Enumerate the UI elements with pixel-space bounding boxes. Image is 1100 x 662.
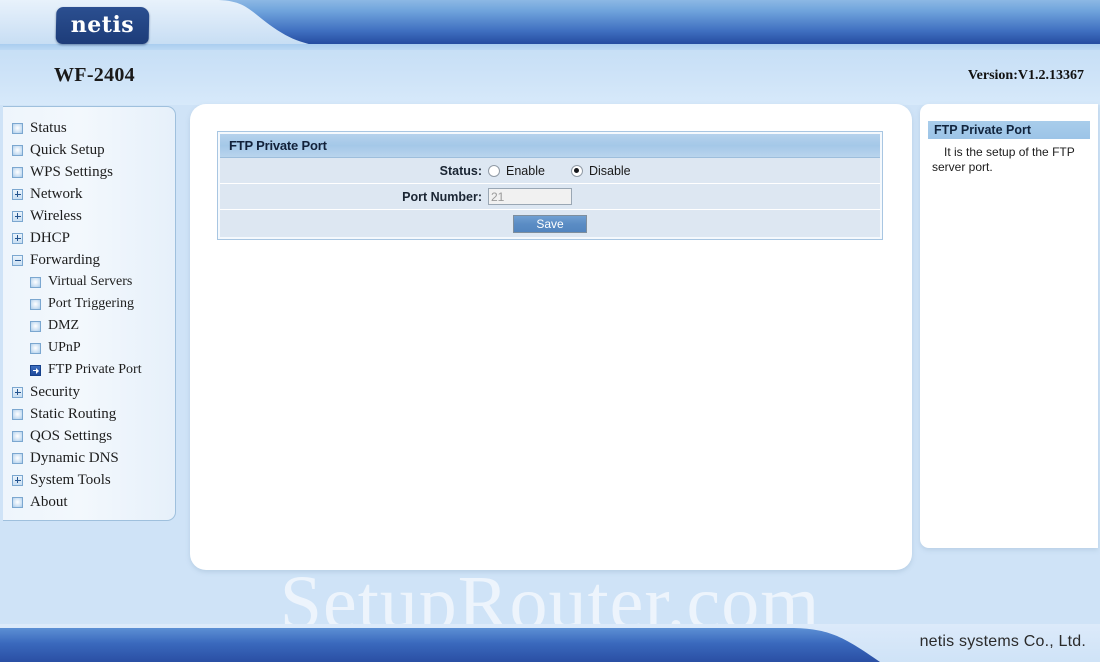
radio-disable-circle[interactable] (570, 164, 583, 177)
form-footer: Save (220, 210, 880, 237)
router-model-name: WF-2404 (54, 64, 135, 86)
sidebar-item-label: Dynamic DNS (30, 449, 119, 466)
sidebar-item-label: Status (30, 119, 67, 136)
port-number-row: Port Number: (220, 184, 880, 210)
help-panel-title: FTP Private Port (928, 121, 1090, 139)
sidebar-item-label: Quick Setup (30, 141, 105, 158)
radio-disable[interactable]: Disable (570, 163, 631, 178)
top-banner (0, 0, 1100, 50)
sidebar-item-virtual-servers[interactable]: Virtual Servers (3, 271, 175, 293)
sidebar-item-security[interactable]: Security (3, 381, 175, 403)
sidebar-item-label: Security (30, 383, 80, 400)
plus-icon[interactable] (12, 210, 23, 222)
port-number-label: Port Number: (402, 189, 482, 204)
port-number-input[interactable] (488, 188, 572, 205)
status-radio-group: Enable Disable (488, 164, 880, 178)
sidebar-item-label: WPS Settings (30, 163, 113, 180)
help-panel: FTP Private Port It is the setup of the … (920, 104, 1098, 548)
sidebar-item-label: FTP Private Port (48, 362, 142, 377)
leaf-icon[interactable] (12, 496, 23, 508)
save-button[interactable]: Save (513, 214, 587, 233)
sidebar-item-label: QOS Settings (30, 427, 113, 444)
leaf-icon[interactable] (30, 342, 41, 354)
sidebar-item-label: About (30, 493, 68, 510)
sidebar-item-about[interactable]: About (3, 491, 175, 513)
status-label: Status: (439, 163, 482, 178)
sidebar-item-upnp[interactable]: UPnP (3, 337, 175, 359)
sidebar-navigation: Status Quick Setup WPS Settings Network Wire… (3, 106, 176, 521)
leaf-icon[interactable] (12, 166, 23, 178)
radio-enable-circle[interactable] (488, 164, 500, 177)
sidebar-item-port-triggering[interactable]: Port Triggering (3, 293, 175, 315)
sidebar-item-label: Virtual Servers (48, 274, 133, 289)
leaf-icon[interactable] (12, 430, 23, 442)
leaf-icon[interactable] (30, 298, 41, 310)
leaf-icon[interactable] (12, 452, 23, 464)
plus-icon[interactable] (12, 386, 23, 398)
sidebar-item-static-routing[interactable]: Static Routing (3, 403, 175, 425)
sidebar-item-dmz[interactable]: DMZ (3, 315, 175, 337)
minus-icon[interactable] (12, 254, 23, 266)
radio-disable-label: Disable (588, 163, 631, 178)
sidebar-item-wps-settings[interactable]: WPS Settings (3, 161, 175, 183)
subheader-bar (0, 50, 1100, 105)
netis-logo-text: netis (70, 12, 135, 38)
port-number-field-wrap (488, 188, 880, 205)
sidebar-item-dynamic-dns[interactable]: Dynamic DNS (3, 447, 175, 469)
sidebar-item-forwarding[interactable]: Forwarding (3, 249, 175, 271)
form-section-title: FTP Private Port (220, 134, 880, 158)
sidebar-item-ftp-private-port[interactable]: FTP Private Port (3, 359, 175, 381)
footer-company-name: netis systems Co., Ltd. (919, 633, 1086, 650)
sidebar-item-dhcp[interactable]: DHCP (3, 227, 175, 249)
sidebar-item-label: Port Triggering (48, 296, 134, 311)
sidebar-item-status[interactable]: Status (3, 117, 175, 139)
radio-enable-label: Enable (506, 163, 545, 178)
plus-icon[interactable] (12, 188, 23, 200)
ftp-private-port-form: FTP Private Port Status: Enable Disable … (217, 131, 883, 240)
sidebar-item-label: Network (30, 185, 83, 202)
arrow-icon[interactable] (30, 364, 41, 376)
footer-swoosh-shape (0, 628, 880, 662)
netis-logo: netis (55, 7, 150, 44)
sidebar-item-label: Forwarding (30, 251, 100, 268)
sidebar-item-quick-setup[interactable]: Quick Setup (3, 139, 175, 161)
main-content-panel: FTP Private Port Status: Enable Disable … (190, 104, 912, 570)
leaf-icon[interactable] (12, 122, 23, 134)
sidebar-item-label: Wireless (30, 207, 82, 224)
leaf-icon[interactable] (30, 276, 41, 288)
sidebar-item-system-tools[interactable]: System Tools (3, 469, 175, 491)
sidebar-item-network[interactable]: Network (3, 183, 175, 205)
radio-enable[interactable]: Enable (488, 164, 545, 178)
sidebar-item-label: DMZ (48, 318, 80, 333)
banner-curve-light (0, 0, 1100, 50)
sidebar-item-qos-settings[interactable]: QOS Settings (3, 425, 175, 447)
plus-icon[interactable] (12, 232, 23, 244)
sidebar-item-label: System Tools (30, 471, 111, 488)
leaf-icon[interactable] (12, 408, 23, 420)
leaf-icon[interactable] (30, 320, 41, 332)
sidebar-item-label: DHCP (30, 229, 71, 246)
firmware-version-label: Version:V1.2.13367 (967, 68, 1084, 83)
plus-icon[interactable] (12, 474, 23, 486)
leaf-icon[interactable] (12, 144, 23, 156)
status-row: Status: Enable Disable (220, 158, 880, 184)
sidebar-item-label: Static Routing (30, 405, 117, 422)
sidebar-item-wireless[interactable]: Wireless (3, 205, 175, 227)
help-panel-body: It is the setup of the FTP server port. (932, 145, 1075, 174)
sidebar-item-label: UPnP (48, 340, 81, 355)
page-footer: netis systems Co., Ltd. (0, 624, 1100, 662)
